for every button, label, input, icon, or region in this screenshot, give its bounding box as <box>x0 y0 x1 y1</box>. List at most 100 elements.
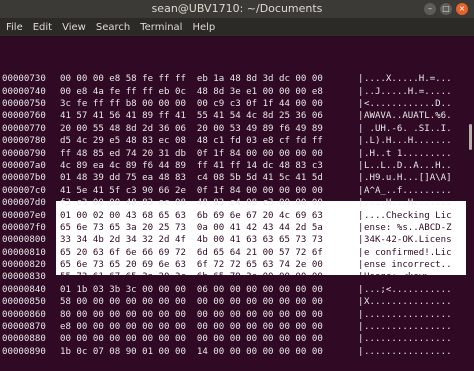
row-hex-bytes: 41 57 41 56 41 89 ff 41 55 41 54 4c 8d 2… <box>60 111 323 122</box>
hexdump-row: 00000880 00 00 00 00 00 00 00 00 00 00 00… <box>0 333 466 345</box>
row-hex-bytes: 00 00 00 e8 58 fe ff ff eb 1a 48 8d 3d d… <box>60 74 323 85</box>
window-title: sean@UBV1710: ~/Documents <box>151 2 323 15</box>
hexdump-row: 00000860 80 00 00 00 00 00 00 00 00 00 00… <box>0 309 466 321</box>
row-address: 000007c0 <box>2 185 46 196</box>
hexdump-row: 00000790 ff 48 85 ed 74 20 31 db 0f 1f 84… <box>0 148 466 160</box>
row-address: 00000820 <box>2 260 46 271</box>
row-address: 00000730 <box>2 74 46 85</box>
scrollbar[interactable] <box>466 36 474 311</box>
row-ascii: L..L..D..A...H.. <box>364 160 452 171</box>
row-hex-bytes: 65 6e 73 65 20 69 6e 63 6f 72 72 65 63 7… <box>60 260 323 271</box>
row-separator: | <box>358 198 364 209</box>
row-hex-bytes: 1b 0c 07 08 90 01 00 00 14 00 00 00 00 0… <box>60 346 323 357</box>
row-separator: | <box>358 235 364 246</box>
hexdump-row: 00000810 65 20 63 6f 6e 66 69 72 6d 65 64… <box>0 247 466 259</box>
menu-search[interactable]: Search <box>96 22 130 33</box>
hexdump-row: 000007a0 4c 89 ea 4c 89 f6 44 89 ff 41 ff… <box>0 160 466 172</box>
row-separator: | <box>358 346 364 357</box>
scrollbar-thumb[interactable] <box>469 124 472 150</box>
row-separator: | <box>358 260 364 271</box>
row-ascii: X............... <box>364 297 452 308</box>
row-separator: | <box>358 297 364 308</box>
close-icon[interactable]: × <box>456 3 468 15</box>
hexdump-row: 00000760 41 57 41 56 41 89 ff 41 55 41 54… <box>0 110 466 122</box>
row-separator: | <box>358 322 364 333</box>
row-ascii: ................ <box>364 322 452 333</box>
row-hex-bytes: 01 48 39 dd 75 ea 48 83 c4 08 5b 5d 41 5… <box>60 173 323 184</box>
row-separator: | <box>358 173 364 184</box>
minimize-icon[interactable]: – <box>424 3 436 15</box>
hexdump-row: 000007c0 41 5e 41 5f c3 90 66 2e 0f 1f 84… <box>0 185 466 197</box>
row-hex-bytes: ff 48 85 ed 74 20 31 db 0f 1f 84 00 00 0… <box>60 148 323 159</box>
row-separator: | <box>358 272 364 283</box>
row-hex-bytes: 01 00 02 00 43 68 65 63 6b 69 6e 67 20 4… <box>60 210 323 221</box>
row-address: 00000750 <box>2 99 46 109</box>
hexdump-row: 00000870 e8 00 00 00 00 00 00 00 00 00 00… <box>0 321 466 333</box>
row-separator: | <box>358 99 364 109</box>
row-address: 00000830 <box>2 272 46 283</box>
row-separator: | <box>358 74 364 85</box>
hexdump-row: 00000830 55 73 61 67 65 3a 20 3c 6b 65 79… <box>0 271 466 283</box>
hexdump-row: 00000740 00 e8 4a fe ff ff eb 0c 48 8d 3e… <box>0 86 466 98</box>
row-address: 00000890 <box>2 346 46 357</box>
row-ascii: Usage: <key>.... <box>364 272 452 283</box>
row-ascii: ....H...H....... <box>364 198 452 209</box>
row-hex-bytes: 55 73 61 67 65 3a 20 3c 6b 65 79 3e 00 0… <box>60 272 323 283</box>
row-separator: | <box>358 86 364 97</box>
row-address: 000007a0 <box>2 160 46 171</box>
menu-view[interactable]: View <box>62 22 86 33</box>
row-ascii: A^A_..f......... <box>364 185 452 196</box>
hexdump-row: 000007f0 65 6e 73 65 3a 20 25 73 0a 00 41… <box>0 222 466 234</box>
row-hex-bytes: e8 00 00 00 00 00 00 00 00 00 00 00 00 0… <box>60 322 323 333</box>
row-ascii: ................ <box>364 346 452 357</box>
row-hex-bytes: 41 5e 41 5f c3 90 66 2e 0f 1f 84 00 00 0… <box>60 185 323 196</box>
row-ascii: ..J.....H.=..... <box>364 86 452 97</box>
hexdump-row: 000007e0 01 00 02 00 43 68 65 63 6b 69 6e… <box>0 210 466 222</box>
row-address: 00000880 <box>2 334 46 345</box>
row-separator: | <box>358 284 364 295</box>
row-address: 00000870 <box>2 322 46 333</box>
row-separator: | <box>358 334 364 345</box>
row-address: 00000810 <box>2 247 46 258</box>
row-address: 00000840 <box>2 284 46 295</box>
row-address: 00000790 <box>2 148 46 159</box>
row-hex-bytes: 00 00 00 00 00 00 00 00 00 00 00 00 00 0… <box>60 334 323 345</box>
hexdump-row: 00000750 3c fe ff ff b8 00 00 00 00 c9 c3… <box>0 98 466 110</box>
maximize-icon[interactable]: □ <box>440 3 452 15</box>
hexdump-row: 000007d0 f3 c3 00 00 48 83 ec 08 48 83 c4… <box>0 197 466 209</box>
row-separator: | <box>358 247 364 258</box>
row-hex-bytes: f3 c3 00 00 48 83 ec 08 48 83 c4 08 c3 0… <box>60 198 323 209</box>
row-ascii: .UH.-6. .SI..I. <box>364 123 452 134</box>
menu-bar: File Edit View Search Terminal Help <box>0 18 474 36</box>
row-separator: | <box>358 210 364 221</box>
row-ascii: ense incorrect.. <box>364 260 452 271</box>
row-hex-bytes: 3c fe ff ff b8 00 00 00 00 c9 c3 0f 1f 4… <box>60 99 323 109</box>
row-ascii: .H9.u.H...[]A\A] <box>364 173 452 184</box>
row-hex-bytes: 00 e8 4a fe ff ff eb 0c 48 8d 3e e1 00 0… <box>60 86 323 97</box>
row-hex-bytes: 58 00 00 00 00 00 00 00 00 00 00 00 00 0… <box>60 297 323 308</box>
menu-file[interactable]: File <box>6 22 23 33</box>
menu-help[interactable]: Help <box>192 22 215 33</box>
row-address: 00000740 <box>2 86 46 97</box>
row-address: 00000760 <box>2 111 46 122</box>
row-hex-bytes: 4c 89 ea 4c 89 f6 44 89 ff 41 ff 14 dc 4… <box>60 160 323 171</box>
terminal-output[interactable]: 00000730 00 00 00 e8 58 fe ff ff eb 1a 48… <box>0 36 466 357</box>
row-separator: | <box>358 160 364 171</box>
row-hex-bytes: 65 20 63 6f 6e 66 69 72 6d 65 64 21 00 5… <box>60 247 323 258</box>
row-ascii: ....X.....H.=... <box>364 74 452 85</box>
hexdump-rows: 00000730 00 00 00 e8 58 fe ff ff eb 1a 48… <box>0 73 466 358</box>
row-ascii: ................ <box>364 334 452 345</box>
row-address: 000007f0 <box>2 222 46 233</box>
hexdump-row: 00000840 01 1b 03 3b 3c 00 00 00 06 00 00… <box>0 284 466 296</box>
hexdump-row: 00000730 00 00 00 e8 58 fe ff ff eb 1a 48… <box>0 73 466 85</box>
row-separator: | <box>358 111 364 122</box>
menu-terminal[interactable]: Terminal <box>140 22 182 33</box>
hexdump-row: 00000800 33 34 4b 2d 34 32 2d 4f 4b 00 41… <box>0 234 466 246</box>
row-address: 00000780 <box>2 136 46 147</box>
row-address: 00000850 <box>2 297 46 308</box>
hexdump-row: 00000890 1b 0c 07 08 90 01 00 00 14 00 00… <box>0 346 466 358</box>
row-ascii: ense: %s..ABCD-Z <box>364 222 452 233</box>
menu-edit[interactable]: Edit <box>33 22 52 33</box>
row-separator: | <box>358 222 364 233</box>
row-address: 000007b0 <box>2 173 46 184</box>
